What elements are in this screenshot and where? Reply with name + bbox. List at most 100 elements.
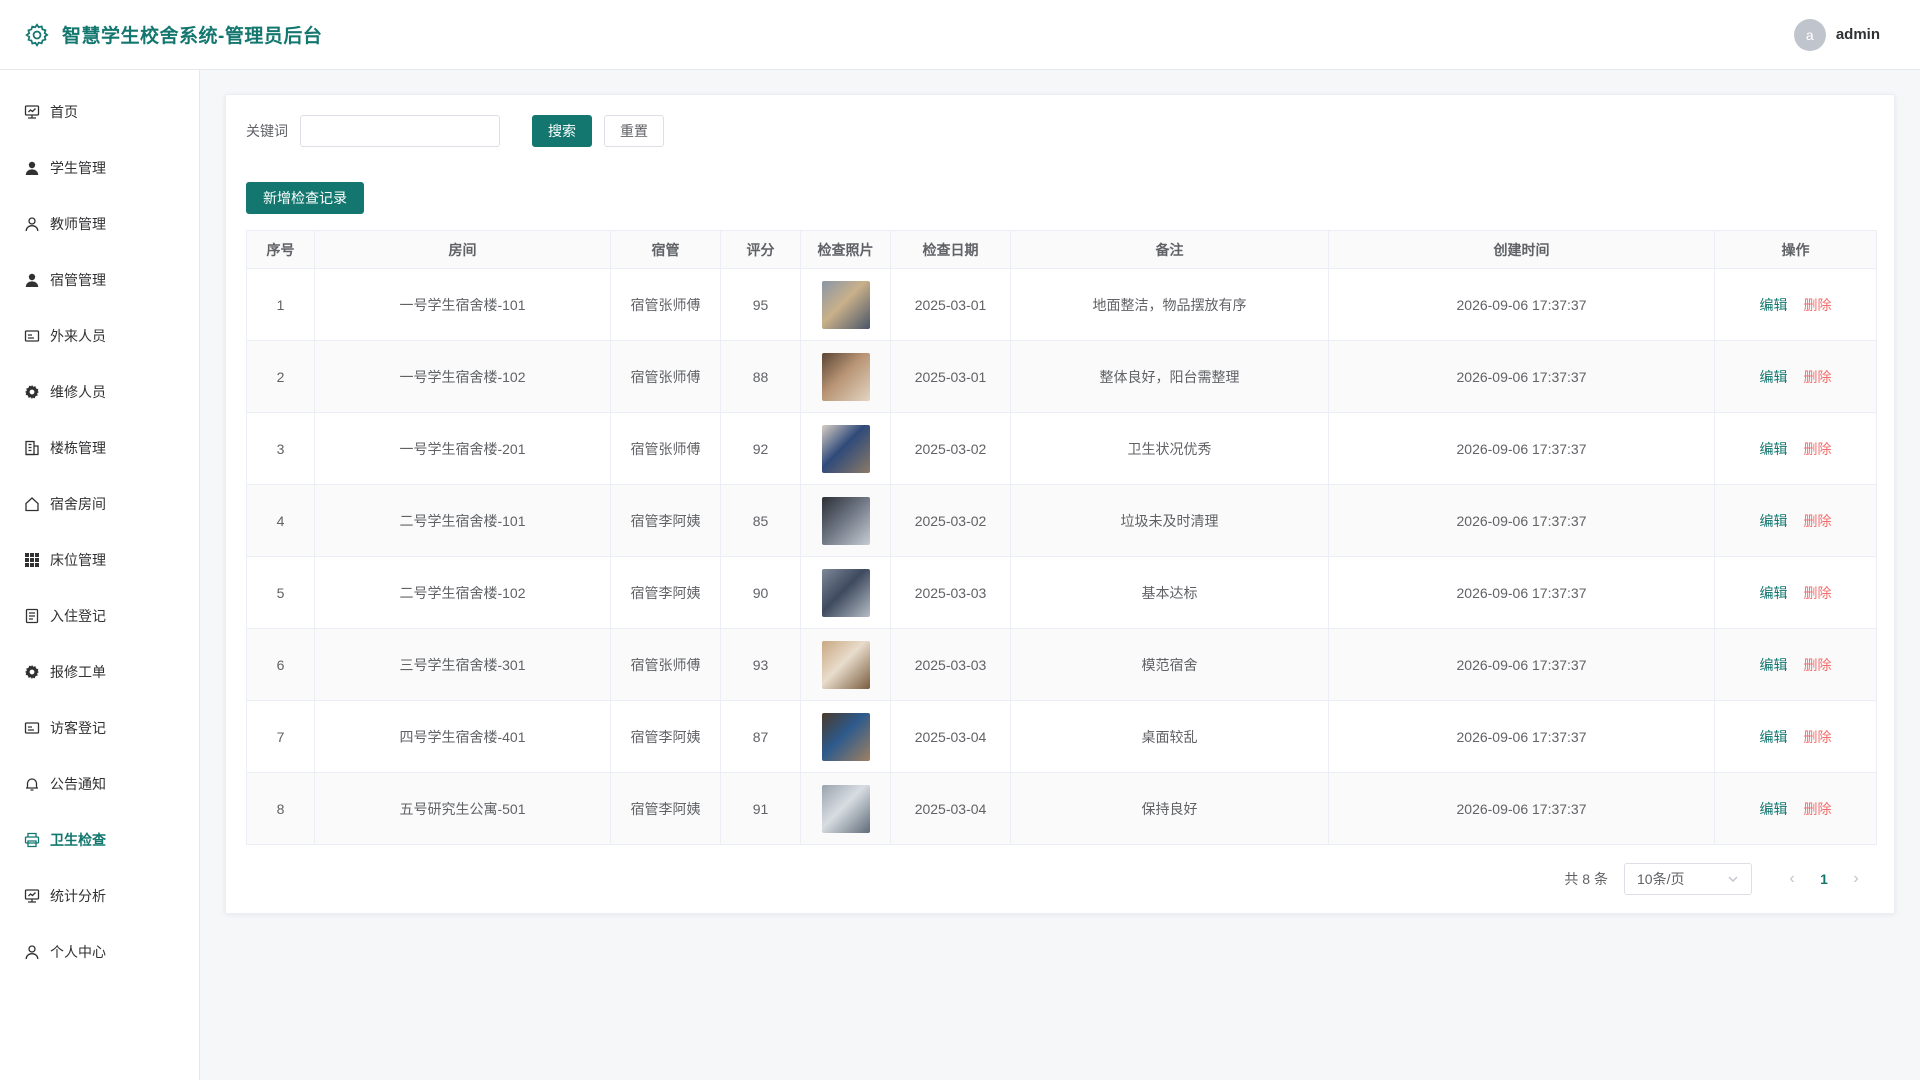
sidebar-item-5[interactable]: 维修人员 [0,364,199,420]
sidebar-item-12[interactable]: 公告通知 [0,756,199,812]
delete-button[interactable]: 删除 [1804,585,1832,601]
edit-button[interactable]: 编辑 [1760,585,1788,601]
cell-manager: 宿管李阿姨 [610,556,721,629]
cell-actions: 编辑 删除 [1714,556,1877,629]
cell-index: 2 [246,340,315,413]
cell-remark: 卫生状况优秀 [1010,412,1329,485]
edit-button[interactable]: 编辑 [1760,441,1788,457]
sidebar-item-label: 外来人员 [50,328,106,344]
inspection-photo-thumbnail[interactable] [821,424,870,473]
sidebar-item-label: 统计分析 [50,888,106,904]
cell-score: 91 [720,772,801,845]
add-inspection-button[interactable]: 新增检查记录 [246,182,364,214]
sidebar-item-label: 卫生检查 [50,832,106,848]
column-header: 备注 [1010,230,1329,269]
house-icon [24,496,40,512]
cell-created-time: 2026-09-06 17:37:37 [1328,484,1715,557]
delete-button[interactable]: 删除 [1804,513,1832,529]
sidebar-item-13[interactable]: 卫生检查 [0,812,199,868]
delete-button[interactable]: 删除 [1804,297,1832,313]
user-icon [24,944,40,960]
page-size-select[interactable]: 10条/页 [1624,863,1752,895]
edit-button[interactable]: 编辑 [1760,657,1788,673]
avatar[interactable]: a [1793,18,1826,51]
sidebar-item-label: 报修工单 [50,664,106,680]
chevron-down-icon [1727,873,1739,885]
sidebar-item-10[interactable]: 报修工单 [0,644,199,700]
chevron-right-icon[interactable]: › [1840,870,1872,888]
delete-button[interactable]: 删除 [1804,657,1832,673]
grid-icon [24,552,40,568]
edit-button[interactable]: 编辑 [1760,801,1788,817]
sidebar-item-8[interactable]: 床位管理 [0,532,199,588]
cell-room: 一号学生宿舍楼-102 [314,340,611,413]
cell-actions: 编辑 删除 [1714,772,1877,845]
cell-room: 四号学生宿舍楼-401 [314,700,611,773]
sidebar-item-1[interactable]: 学生管理 [0,140,199,196]
inspection-photo-thumbnail[interactable] [821,280,870,329]
cell-date: 2025-03-02 [890,484,1011,557]
username[interactable]: admin [1836,26,1880,43]
cell-room: 一号学生宿舍楼-101 [314,268,611,341]
column-header: 检查日期 [890,230,1011,269]
sidebar-item-2[interactable]: 教师管理 [0,196,199,252]
sidebar-item-15[interactable]: 个人中心 [0,924,199,980]
gear-icon [24,384,40,400]
sidebar-item-6[interactable]: 楼栋管理 [0,420,199,476]
sidebar-item-9[interactable]: 入住登记 [0,588,199,644]
pagination: 共 8 条 10条/页 ‹ 1 › [1564,863,1872,895]
cell-created-time: 2026-09-06 17:37:37 [1328,700,1715,773]
inspection-photo-thumbnail[interactable] [821,640,870,689]
inspection-photo-thumbnail[interactable] [821,352,870,401]
cell-date: 2025-03-03 [890,556,1011,629]
cell-room: 一号学生宿舍楼-201 [314,412,611,485]
cell-room: 三号学生宿舍楼-301 [314,628,611,701]
cell-score: 92 [720,412,801,485]
delete-button[interactable]: 删除 [1804,441,1832,457]
user-menu[interactable]: a admin [1793,18,1880,51]
user-filled-icon [24,160,40,176]
delete-button[interactable]: 删除 [1804,729,1832,745]
cell-date: 2025-03-04 [890,700,1011,773]
cell-index: 4 [246,484,315,557]
inspection-photo-thumbnail[interactable] [821,784,870,833]
cell-index: 6 [246,628,315,701]
inspection-table: 序号 房间 宿管 评分 检查照片 检查日期 备注 创建时间 操作 1 一号学生宿舍楼-101 宿管张… [246,230,1877,845]
sidebar-item-label: 访客登记 [50,720,106,736]
cell-created-time: 2026-09-06 17:37:37 [1328,268,1715,341]
sidebar: 首页 学生管理 教师管理 宿管管理外来人员维修人员楼栋管理宿舍房间 床位管理 入住登记报修… [0,70,200,1080]
cell-created-time: 2026-09-06 17:37:37 [1328,772,1715,845]
sidebar-item-4[interactable]: 外来人员 [0,308,199,364]
building-icon [24,440,40,456]
keyword-input[interactable] [300,115,500,147]
cell-created-time: 2026-09-06 17:37:37 [1328,340,1715,413]
delete-button[interactable]: 删除 [1804,369,1832,385]
table-row: 8 五号研究生公寓-501 宿管李阿姨 91 2025-03-04 保持良好 2026-09… [246,772,1877,845]
keyword-label: 关键词 [246,123,288,139]
sidebar-item-0[interactable]: 首页 [0,84,199,140]
edit-button[interactable]: 编辑 [1760,729,1788,745]
edit-button[interactable]: 编辑 [1760,513,1788,529]
cell-actions: 编辑 删除 [1714,340,1877,413]
inspection-photo-thumbnail[interactable] [821,496,870,545]
edit-button[interactable]: 编辑 [1760,369,1788,385]
delete-button[interactable]: 删除 [1804,801,1832,817]
chevron-left-icon[interactable]: ‹ [1776,870,1808,888]
reset-button[interactable]: 重置 [604,115,664,147]
cell-photo [800,268,891,341]
sidebar-item-7[interactable]: 宿舍房间 [0,476,199,532]
table-row: 6 三号学生宿舍楼-301 宿管张师傅 93 2025-03-03 模范宿舍 2026-09… [246,628,1877,701]
column-header: 序号 [246,230,315,269]
page-number-current[interactable]: 1 [1808,871,1840,887]
cell-remark: 整体良好，阳台需整理 [1010,340,1329,413]
edit-button[interactable]: 编辑 [1760,297,1788,313]
inspection-photo-thumbnail[interactable] [821,568,870,617]
sidebar-item-3[interactable]: 宿管管理 [0,252,199,308]
inspection-photo-thumbnail[interactable] [821,712,870,761]
sidebar-item-14[interactable]: 统计分析 [0,868,199,924]
search-button[interactable]: 搜索 [532,115,592,147]
sidebar-item-11[interactable]: 访客登记 [0,700,199,756]
cell-created-time: 2026-09-06 17:37:37 [1328,628,1715,701]
cell-score: 85 [720,484,801,557]
sidebar-item-label: 楼栋管理 [50,440,106,456]
